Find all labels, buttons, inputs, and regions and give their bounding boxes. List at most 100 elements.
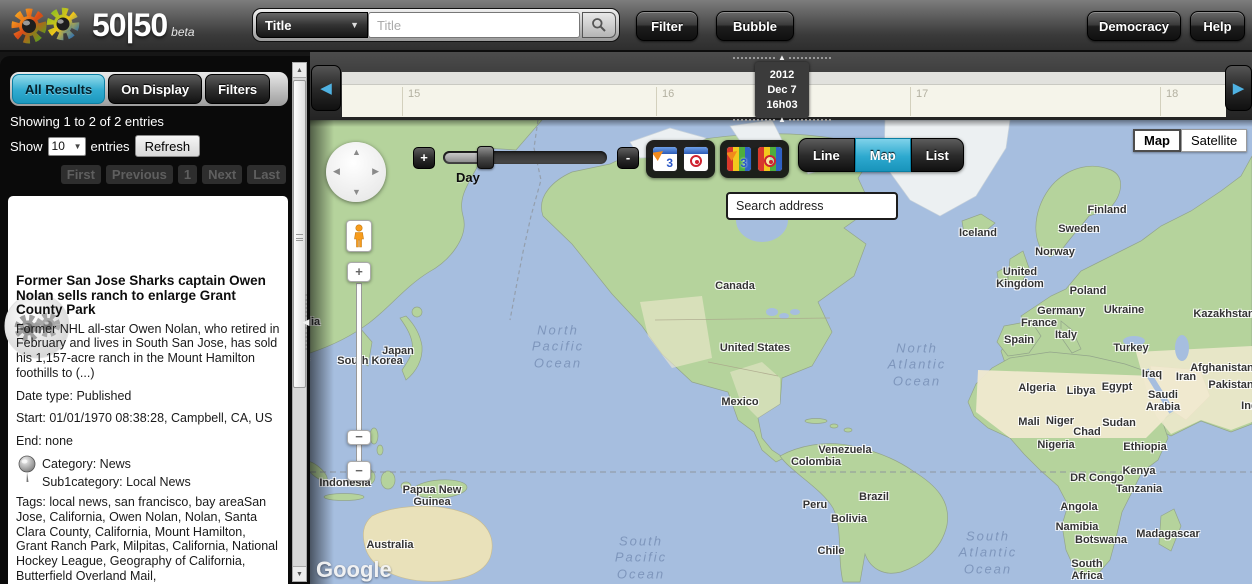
country-label: Iceland (959, 226, 997, 239)
search-input[interactable] (368, 12, 580, 38)
pan-left-icon[interactable]: ◀ (333, 166, 340, 177)
chevron-down-icon: ▼ (73, 141, 82, 151)
timeline[interactable]: 15 16 17 18 ◀ ▶ ▲ 2012 Dec 7 16h03 ▲ (310, 52, 1252, 123)
pagination-first[interactable]: First (60, 165, 101, 184)
map-zoom-in-button[interactable]: + (347, 262, 371, 282)
country-label: Kenya (1122, 464, 1156, 477)
democracy-button[interactable]: Democracy (1087, 11, 1181, 41)
tab-on-display[interactable]: On Display (108, 74, 203, 104)
dotted-handle (305, 294, 307, 317)
day-step-plus-button[interactable]: + (413, 147, 435, 169)
sidebar-collapse-handle[interactable]: ◀ (300, 294, 312, 350)
calendar-badge: 3 (666, 156, 673, 170)
tab-filters[interactable]: Filters (205, 74, 271, 104)
country-label: India (1241, 399, 1252, 412)
map-canvas[interactable]: Canada United States Mexico Venezuela Colomb… (310, 120, 1252, 584)
marker-date: Dec 7 (767, 84, 797, 96)
country-label: Namibia (1055, 520, 1099, 533)
map-pin-icon (18, 455, 36, 482)
country-label: Poland (1069, 284, 1107, 297)
timeline-next-button[interactable]: ▶ (1225, 65, 1252, 111)
view-tab-list[interactable]: List (910, 138, 964, 172)
country-label: Algeria (1018, 381, 1056, 394)
map-zoom-slider-handle[interactable]: − (347, 430, 371, 445)
timeline-date-marker[interactable]: 2012 Dec 7 16h03 (755, 62, 809, 118)
pagination-next[interactable]: Next (202, 165, 243, 184)
map-labels: Canada United States Mexico Venezuela Colomb… (310, 120, 1252, 584)
marker-year: 2012 (769, 69, 795, 81)
search-button[interactable] (582, 12, 616, 38)
pan-up-icon[interactable]: ▲ (352, 147, 361, 157)
ocean-label: South Pacific Ocean (614, 533, 668, 582)
bubble-button[interactable]: Bubble (716, 11, 794, 41)
timeline-tick (1160, 87, 1161, 116)
pagination-last[interactable]: Last (247, 165, 286, 184)
timeline-tick (910, 87, 911, 116)
country-label: Kazakhstan (1193, 307, 1252, 320)
entries-label: entries (90, 138, 130, 154)
day-step-minus-button[interactable]: - (617, 147, 639, 169)
article-subcategory: Sub1category: Local News (42, 475, 191, 490)
ocean-label: North Pacific Ocean (531, 322, 585, 371)
pan-down-icon[interactable]: ▼ (352, 187, 361, 197)
timeline-prev-button[interactable]: ◀ (311, 65, 341, 111)
help-button[interactable]: Help (1190, 11, 1245, 41)
map-zoom-out-button[interactable]: − (347, 461, 371, 481)
dotted-handle (733, 56, 776, 59)
country-label: Libya (1066, 384, 1096, 397)
scroll-up-button[interactable]: ▲ (293, 63, 306, 78)
logo-beta-label: beta (171, 25, 195, 39)
target-icon (764, 155, 776, 167)
result-card[interactable]: Former San Jose Sharks captain Owen Nola… (4, 196, 288, 584)
map-pan-control[interactable]: ▲ ▼ ◀ ▶ (326, 142, 386, 202)
country-label: Canada (715, 279, 755, 292)
day-slider-label: Day (456, 170, 480, 185)
timeline-tick-label: 17 (916, 88, 929, 100)
color-calendar-target-icon[interactable] (757, 146, 783, 172)
day-slider-handle[interactable] (477, 146, 494, 169)
pagination-previous[interactable]: Previous (105, 165, 173, 184)
country-label: Spain (1004, 333, 1034, 346)
calendar-target-icon[interactable] (683, 146, 709, 172)
search-category-label: Title (265, 17, 292, 33)
country-label: Nigeria (1037, 438, 1075, 451)
search-category-dropdown[interactable]: Title ▼ (256, 12, 368, 38)
view-tab-map[interactable]: Map (854, 138, 911, 172)
day-slider-track[interactable] (443, 146, 607, 169)
pagination-page-1[interactable]: 1 (177, 165, 198, 184)
map-type-satellite-button[interactable]: Satellite (1181, 129, 1248, 152)
calendar-forward-icon[interactable]: 3 (652, 146, 678, 172)
address-search-input[interactable] (726, 192, 898, 220)
timeline-marker-handle-bottom[interactable]: ▲ (733, 115, 832, 124)
country-label: Mali (1018, 415, 1040, 428)
map-type-map-button[interactable]: Map (1133, 129, 1181, 152)
pan-right-icon[interactable]: ▶ (372, 166, 379, 177)
country-label: Ethiopia (1123, 440, 1167, 453)
scroll-down-button[interactable]: ▼ (293, 566, 306, 581)
article-summary: Former NHL all-star Owen Nolan, who reti… (16, 321, 280, 380)
timeline-marker-handle-top[interactable]: ▲ (733, 52, 832, 62)
refresh-button[interactable]: Refresh (134, 135, 201, 157)
tab-all-results[interactable]: All Results (12, 74, 106, 104)
triangle-up-icon: ▲ (778, 52, 786, 62)
pagination: First Previous 1 Next Last (0, 157, 310, 190)
scrollbar-grip-icon (296, 234, 303, 241)
country-label: Chile (817, 544, 845, 557)
article-title[interactable]: Former San Jose Sharks captain Owen Nola… (16, 273, 280, 318)
article-date-type: Date type: Published (16, 388, 132, 403)
country-label: United States (719, 341, 791, 354)
country-label: Brazil (859, 490, 889, 503)
color-calendar-forward-icon[interactable]: 3 (726, 146, 752, 172)
entries-per-page-select[interactable]: 10 ▼ (47, 136, 86, 156)
country-label: Australia (366, 538, 414, 551)
article-start: Start: 01/01/1970 08:38:28, Campbell, CA… (16, 411, 273, 426)
country-label: Japan (382, 344, 414, 357)
entries-per-page-value: 10 (51, 139, 65, 153)
app-window: 50|50 beta Title ▼ Filter Bubble Democra… (0, 0, 1252, 584)
street-view-pegman[interactable] (346, 220, 372, 252)
timeline-tick (402, 87, 403, 116)
country-label: Saudi Arabia (1145, 388, 1181, 413)
ocean-label: South Atlantic Ocean (958, 528, 1018, 577)
filter-button[interactable]: Filter (636, 11, 698, 41)
view-tab-line[interactable]: Line (798, 138, 855, 172)
